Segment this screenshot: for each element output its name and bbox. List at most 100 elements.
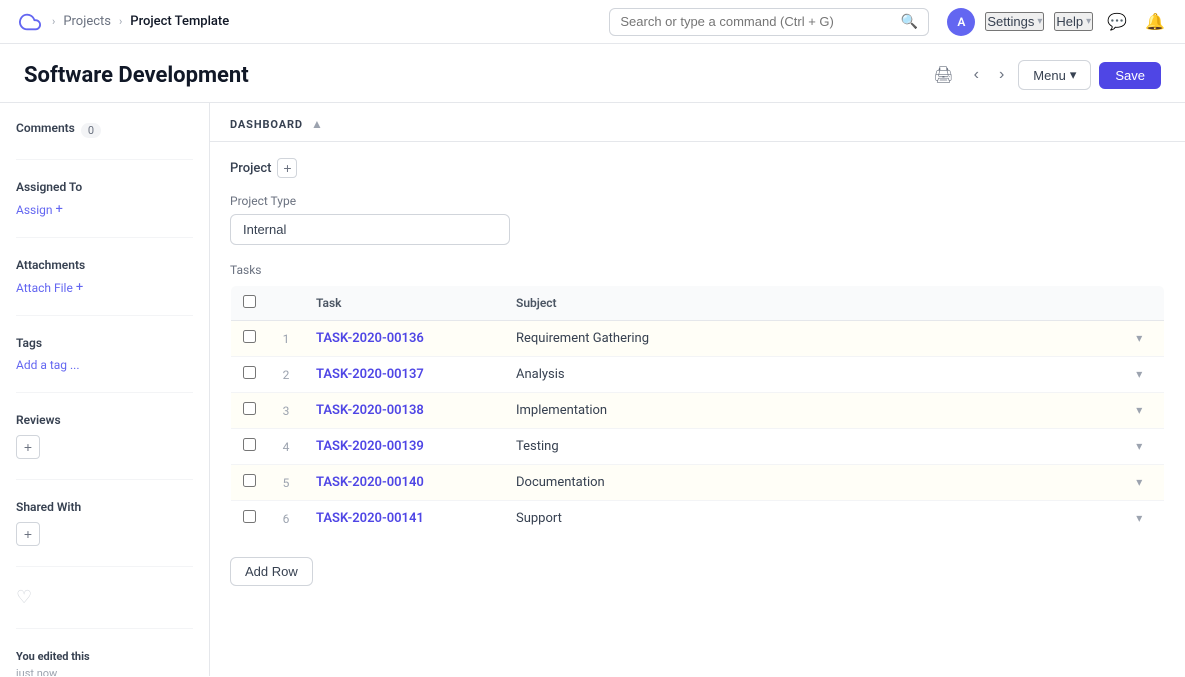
row-action-cell: ▾: [1115, 321, 1165, 357]
row-action-cell: ▾: [1115, 393, 1165, 429]
row-checkbox-cell: [231, 501, 269, 537]
row-checkbox[interactable]: [243, 366, 256, 379]
row-num: 6: [268, 501, 304, 537]
row-checkbox[interactable]: [243, 402, 256, 415]
select-all-checkbox[interactable]: [243, 295, 256, 308]
row-checkbox[interactable]: [243, 510, 256, 523]
add-project-button[interactable]: +: [277, 158, 297, 178]
next-button[interactable]: ›: [993, 62, 1010, 88]
tags-section: Tags Add a tag ...: [16, 336, 193, 372]
search-bar[interactable]: 🔍: [609, 8, 929, 36]
comments-section: Comments 0: [16, 121, 193, 139]
row-subject: Testing: [504, 429, 1115, 465]
row-num: 3: [268, 393, 304, 429]
tags-label: Tags: [16, 336, 193, 350]
menu-button[interactable]: Menu ▾: [1018, 60, 1091, 90]
row-dropdown-icon[interactable]: ▾: [1128, 471, 1150, 493]
row-checkbox[interactable]: [243, 330, 256, 343]
dashboard-toggle-icon[interactable]: ▲: [311, 117, 323, 131]
project-type-input[interactable]: [230, 214, 510, 245]
settings-button[interactable]: Settings ▾: [985, 12, 1044, 31]
attachments-label: Attachments: [16, 258, 193, 272]
chat-icon[interactable]: 💬: [1103, 8, 1131, 35]
avatar: A: [947, 8, 975, 36]
edited-meta: You edited this just now: [16, 649, 193, 676]
table-row: 2 TASK-2020-00137 Analysis ▾: [231, 357, 1165, 393]
bell-icon[interactable]: 🔔: [1141, 8, 1169, 35]
task-link[interactable]: TASK-2020-00138: [316, 403, 424, 418]
table-row: 3 TASK-2020-00138 Implementation ▾: [231, 393, 1165, 429]
add-row-button[interactable]: Add Row: [230, 557, 313, 586]
task-link[interactable]: TASK-2020-00139: [316, 439, 424, 454]
th-task: Task: [304, 286, 504, 321]
row-checkbox[interactable]: [243, 474, 256, 487]
attachments-section: Attachments Attach File +: [16, 258, 193, 295]
prev-button[interactable]: ‹: [968, 62, 985, 88]
row-dropdown-icon[interactable]: ▾: [1128, 327, 1150, 349]
page-title: Software Development: [24, 63, 249, 88]
settings-caret-icon: ▾: [1037, 16, 1042, 27]
divider-1: [16, 159, 193, 160]
row-task: TASK-2020-00137: [304, 357, 504, 393]
row-task: TASK-2020-00141: [304, 501, 504, 537]
row-checkbox-cell: [231, 357, 269, 393]
task-link[interactable]: TASK-2020-00136: [316, 331, 424, 346]
table-row: 4 TASK-2020-00139 Testing ▾: [231, 429, 1165, 465]
dashboard-title: DASHBOARD: [230, 118, 303, 131]
row-task: TASK-2020-00140: [304, 465, 504, 501]
divider-6: [16, 566, 193, 567]
row-checkbox-cell: [231, 393, 269, 429]
tasks-table: Task Subject 1 TASK-2020-00136 Requireme…: [230, 285, 1165, 537]
th-checkbox: [231, 286, 269, 321]
row-task: TASK-2020-00136: [304, 321, 504, 357]
row-dropdown-icon[interactable]: ▾: [1128, 435, 1150, 457]
reviews-add: +: [16, 435, 193, 459]
row-checkbox-cell: [231, 429, 269, 465]
shared-with-section: Shared With +: [16, 500, 193, 546]
print-button[interactable]: 🖨: [927, 61, 959, 89]
task-link[interactable]: TASK-2020-00137: [316, 367, 424, 382]
add-review-button[interactable]: +: [16, 435, 40, 459]
heart-icon[interactable]: ♡: [16, 587, 32, 608]
search-icon: 🔍: [901, 14, 918, 30]
help-button[interactable]: Help ▾: [1054, 12, 1093, 31]
comments-count: 0: [81, 123, 101, 138]
heart-section: ♡: [16, 587, 193, 608]
app-logo[interactable]: [16, 8, 44, 36]
dashboard-header: DASHBOARD ▲: [210, 103, 1185, 142]
table-row: 6 TASK-2020-00141 Support ▾: [231, 501, 1165, 537]
row-checkbox-cell: [231, 465, 269, 501]
breadcrumb-projects[interactable]: Projects: [63, 14, 111, 29]
comments-label: Comments: [16, 121, 75, 135]
tasks-section: Tasks Task Subject: [230, 263, 1165, 586]
breadcrumb-chevron-2: ›: [119, 15, 122, 28]
divider-5: [16, 479, 193, 480]
task-link[interactable]: TASK-2020-00141: [316, 511, 424, 526]
row-checkbox[interactable]: [243, 438, 256, 451]
row-subject: Analysis: [504, 357, 1115, 393]
th-num: [268, 286, 304, 321]
reviews-section: Reviews +: [16, 413, 193, 459]
divider-2: [16, 237, 193, 238]
row-dropdown-icon[interactable]: ▾: [1128, 399, 1150, 421]
assign-action[interactable]: Assign +: [16, 202, 193, 217]
attach-plus-icon: +: [76, 280, 83, 295]
row-subject: Requirement Gathering: [504, 321, 1115, 357]
search-input[interactable]: [620, 14, 895, 29]
attach-file-action[interactable]: Attach File +: [16, 280, 193, 295]
project-label: Project: [230, 161, 271, 176]
row-dropdown-icon[interactable]: ▾: [1128, 363, 1150, 385]
help-caret-icon: ▾: [1086, 16, 1091, 27]
row-dropdown-icon[interactable]: ▾: [1128, 507, 1150, 529]
add-tag-action[interactable]: Add a tag ...: [16, 358, 193, 372]
row-subject: Support: [504, 501, 1115, 537]
add-shared-button[interactable]: +: [16, 522, 40, 546]
row-action-cell: ▾: [1115, 465, 1165, 501]
save-button[interactable]: Save: [1099, 62, 1161, 89]
shared-with-add: +: [16, 522, 193, 546]
row-num: 4: [268, 429, 304, 465]
dashboard-body: Project + Project Type Tasks: [210, 142, 1185, 602]
row-action-cell: ▾: [1115, 501, 1165, 537]
task-link[interactable]: TASK-2020-00140: [316, 475, 424, 490]
row-action-cell: ▾: [1115, 429, 1165, 465]
